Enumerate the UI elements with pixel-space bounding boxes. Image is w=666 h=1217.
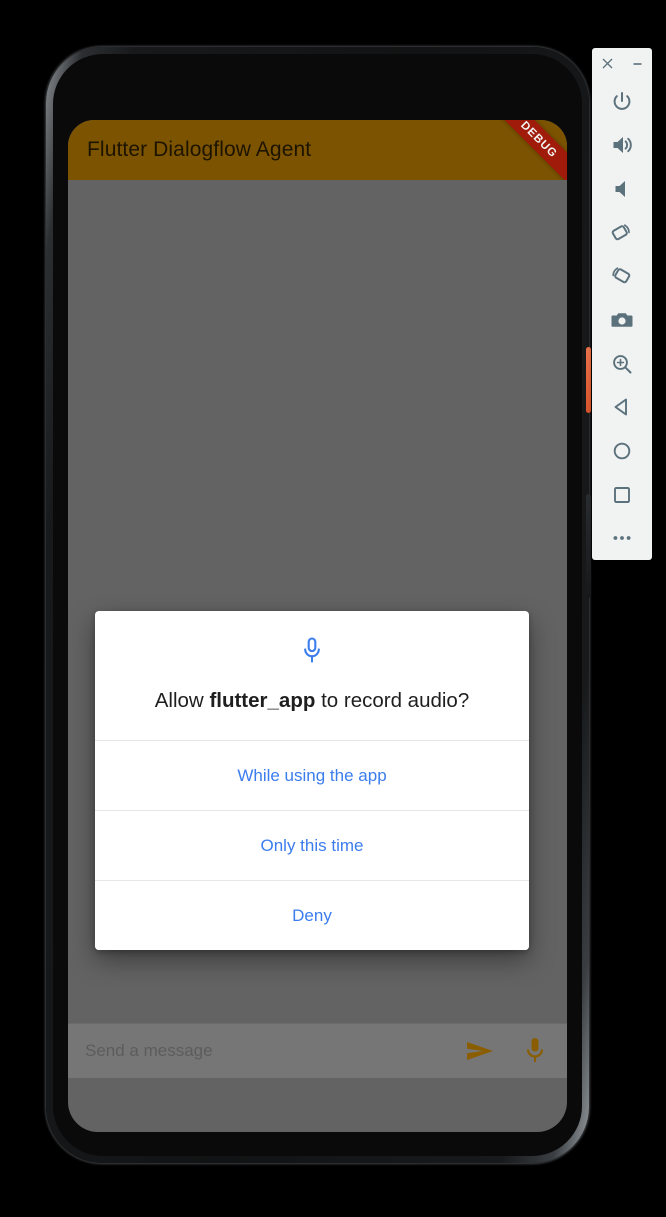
zoom-button[interactable]: [600, 342, 644, 386]
debug-banner: DEBUG: [486, 120, 567, 180]
page-title: Flutter Dialogflow Agent: [87, 138, 312, 161]
message-input-bar: Send a message: [68, 1023, 567, 1078]
back-button[interactable]: [600, 385, 644, 429]
minimize-icon[interactable]: [628, 55, 646, 73]
window-controls: [592, 48, 652, 76]
dialog-app-name: flutter_app: [209, 689, 316, 712]
send-button[interactable]: [459, 1029, 503, 1073]
device-screen: Flutter Dialogflow Agent DEBUG Send a me…: [68, 120, 567, 1132]
dialog-message-suffix: to record audio?: [315, 689, 470, 712]
permission-option-deny[interactable]: Deny: [95, 880, 529, 951]
dialog-message-prefix: Allow: [154, 689, 210, 712]
message-input[interactable]: Send a message: [85, 1041, 459, 1061]
debug-banner-label: DEBUG: [518, 120, 560, 161]
android-emulator-device: Flutter Dialogflow Agent DEBUG Send a me…: [46, 47, 591, 1163]
power-button[interactable]: [600, 80, 644, 124]
overview-button[interactable]: [600, 473, 644, 517]
close-icon[interactable]: [598, 55, 616, 73]
permission-option-only-this-time[interactable]: Only this time: [95, 810, 529, 881]
permission-dialog: Allow flutter_app to record audio? While…: [95, 611, 529, 951]
microphone-icon: [302, 637, 322, 665]
rotate-left-button[interactable]: [600, 211, 644, 255]
emulator-toolbar: [592, 48, 652, 560]
dialog-message: Allow flutter_app to record audio?: [117, 687, 507, 714]
rotate-right-button[interactable]: [600, 254, 644, 298]
voice-input-button[interactable]: [513, 1029, 557, 1073]
device-volume-rocker[interactable]: [586, 494, 591, 598]
chat-message-area: Send a message Allow flutter_app to reco…: [68, 180, 567, 1078]
dialog-header: Allow flutter_app to record audio?: [95, 611, 529, 740]
volume-down-button[interactable]: [600, 167, 644, 211]
screenshot-button[interactable]: [600, 298, 644, 342]
permission-option-while-using-the-app[interactable]: While using the app: [95, 740, 529, 811]
volume-up-button[interactable]: [600, 123, 644, 167]
device-power-button[interactable]: [586, 347, 591, 413]
app-bar: Flutter Dialogflow Agent DEBUG: [68, 120, 567, 180]
more-button[interactable]: [600, 516, 644, 560]
home-button[interactable]: [600, 429, 644, 473]
